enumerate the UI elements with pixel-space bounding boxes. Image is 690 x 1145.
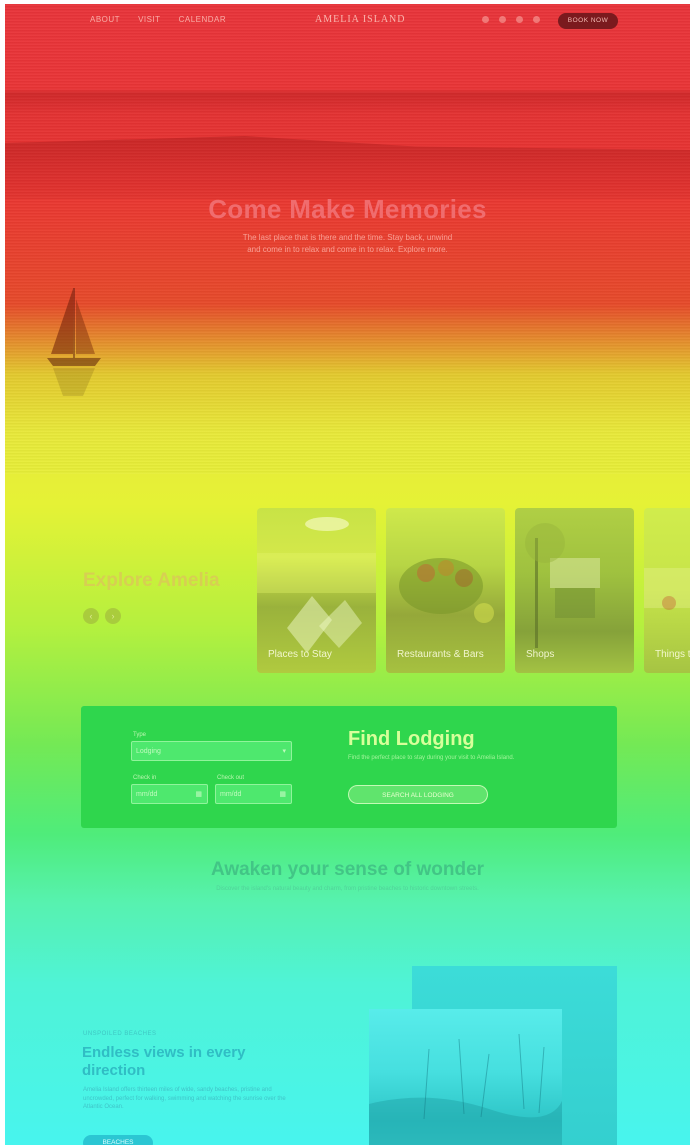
- nav-icons: [482, 16, 540, 23]
- site-logo[interactable]: AMELIA ISLAND: [315, 14, 406, 25]
- endless-title: Endless views in every direction: [82, 1044, 246, 1079]
- carousel-controls: ‹ ›: [83, 608, 121, 624]
- card-label: Places to Stay: [268, 649, 332, 660]
- explore-card-things-to-do[interactable]: Things to Do: [644, 508, 690, 673]
- page: ABOUT VISIT CALENDAR AMELIA ISLAND BOOK …: [5, 4, 690, 1145]
- dune-grass-image: [369, 1033, 562, 1145]
- sailboat-image: [47, 288, 101, 396]
- type-label: Type: [133, 732, 147, 738]
- card-label: Restaurants & Bars: [397, 649, 484, 660]
- nav-links: ABOUT VISIT CALENDAR: [90, 15, 226, 24]
- carousel-next-button[interactable]: ›: [105, 608, 121, 624]
- find-lodging-panel: Type Lodging ▾ Check in mm/dd ▦ Check ou…: [81, 706, 617, 828]
- explore-card-places-to-stay[interactable]: Places to Stay: [257, 508, 376, 673]
- wonder-title: Awaken your sense of wonder: [210, 859, 485, 880]
- book-now-button[interactable]: BOOK NOW: [558, 13, 618, 29]
- top-nav: ABOUT VISIT CALENDAR AMELIA ISLAND BOOK …: [5, 4, 690, 44]
- explore-title: Explore Amelia: [83, 570, 220, 591]
- nav-link-calendar[interactable]: CALENDAR: [179, 15, 227, 24]
- hero-subtitle: The last place that is there and the tim…: [242, 233, 453, 254]
- checkout-label: Check out: [217, 775, 245, 781]
- chevron-left-icon: ‹: [89, 611, 93, 621]
- checkout-value: mm/dd: [220, 791, 242, 798]
- checkin-value: mm/dd: [136, 791, 158, 798]
- find-lodging-title: Find Lodging: [348, 728, 475, 750]
- hero-title: Come Make Memories: [208, 194, 487, 224]
- search-icon[interactable]: [482, 16, 489, 23]
- explore-card-shops[interactable]: Shops: [515, 508, 634, 673]
- calendar-icon: ▦: [279, 791, 286, 798]
- card-label: Things to Do: [655, 649, 690, 660]
- explore-carousel: Places to Stay Restaurants & Bars Shops: [257, 508, 690, 675]
- wonder-subtitle: Discover the island's natural beauty and…: [216, 886, 479, 892]
- lodging-type-select[interactable]: Lodging ▾: [131, 741, 292, 761]
- checkout-date-field[interactable]: mm/dd ▦: [215, 784, 292, 804]
- facebook-icon[interactable]: [499, 16, 506, 23]
- endless-kicker: UNSPOILED BEACHES: [83, 1031, 157, 1037]
- nav-link-about[interactable]: ABOUT: [90, 15, 120, 24]
- lodging-type-value: Lodging: [136, 748, 161, 755]
- twitter-icon[interactable]: [533, 16, 540, 23]
- chevron-down-icon: ▾: [282, 748, 286, 755]
- endless-text: Amelia Island offers thirteen miles of w…: [83, 1087, 286, 1110]
- chevron-right-icon: ›: [111, 611, 115, 621]
- checkin-label: Check in: [133, 775, 157, 781]
- calendar-icon: ▦: [195, 791, 202, 798]
- card-label: Shops: [526, 649, 555, 660]
- carousel-prev-button[interactable]: ‹: [83, 608, 99, 624]
- find-lodging-text: Find the perfect place to stay during yo…: [348, 755, 515, 761]
- beaches-button[interactable]: BEACHES: [83, 1135, 153, 1145]
- checkin-date-field[interactable]: mm/dd ▦: [131, 784, 208, 804]
- beach-grass-photo: [369, 1009, 562, 1145]
- search-lodging-button[interactable]: SEARCH ALL LODGING: [348, 785, 488, 804]
- explore-card-restaurants[interactable]: Restaurants & Bars: [386, 508, 505, 673]
- instagram-icon[interactable]: [516, 16, 523, 23]
- nav-link-visit[interactable]: VISIT: [138, 15, 161, 24]
